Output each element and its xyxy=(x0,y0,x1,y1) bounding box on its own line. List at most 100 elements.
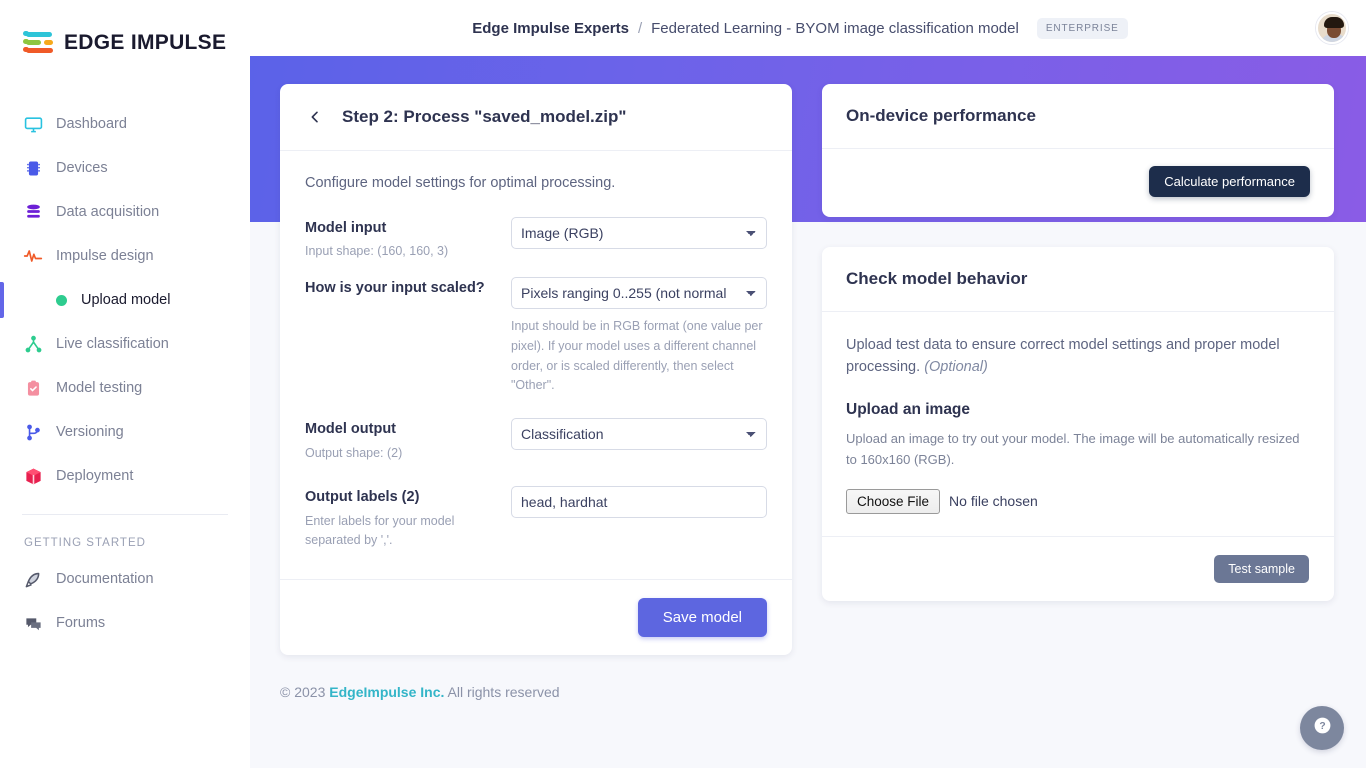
clipboard-check-icon xyxy=(22,377,44,399)
sidebar-label: Live classification xyxy=(56,336,169,352)
brand-name: EDGE IMPULSE xyxy=(64,31,227,54)
input-scaling-select[interactable]: Pixels ranging 0..255 (not normal xyxy=(511,277,767,310)
upload-image-text: Upload an image to try out your model. T… xyxy=(846,430,1300,467)
process-model-card-footer: Save model xyxy=(280,579,792,655)
calculate-performance-button[interactable]: Calculate performance xyxy=(1149,166,1310,197)
field-description: Input should be in RGB format (one value… xyxy=(511,319,763,393)
plan-badge: ENTERPRISE xyxy=(1036,17,1128,39)
green-dot-icon xyxy=(56,294,67,306)
footer-copyright: © 2023 EdgeImpulse Inc. All rights reser… xyxy=(280,684,560,700)
check-model-behavior-card: Check model behavior Upload test data to… xyxy=(822,247,1334,601)
sidebar-item-upload-model[interactable]: Upload model xyxy=(0,278,250,322)
sidebar: EDGE IMPULSE Dashboard Devices Data acqu… xyxy=(0,0,250,768)
performance-card-header: On-device performance xyxy=(822,84,1334,149)
file-upload-row: Choose File No file chosen xyxy=(846,488,1310,514)
content-area: Step 2: Process "saved_model.zip" Config… xyxy=(250,56,1366,656)
question-mark-icon: ? xyxy=(1313,716,1332,740)
upload-image-heading: Upload an image xyxy=(846,400,971,418)
sidebar-item-dashboard[interactable]: Dashboard xyxy=(0,102,250,146)
rocket-icon xyxy=(22,568,44,590)
sidebar-label: Data acquisition xyxy=(56,204,160,220)
performance-card-title: On-device performance xyxy=(846,106,1036,125)
field-hint: Input shape: (160, 160, 3) xyxy=(305,244,449,259)
behavior-card-body: Upload test data to ensure correct model… xyxy=(822,312,1334,536)
network-icon xyxy=(22,333,44,355)
footer-company-link[interactable]: EdgeImpulse Inc. xyxy=(329,684,444,700)
chat-icon xyxy=(22,612,44,634)
sidebar-item-model-testing[interactable]: Model testing xyxy=(0,366,250,410)
no-file-chosen-label: No file chosen xyxy=(949,493,1038,510)
field-hint: Output shape: (2) xyxy=(305,445,403,460)
field-model-output: Model output Output shape: (2) Classific… xyxy=(305,418,767,462)
process-model-card-header: Step 2: Process "saved_model.zip" xyxy=(280,84,792,151)
main-region: Edge Impulse Experts / Federated Learnin… xyxy=(250,0,1366,768)
app-root: EDGE IMPULSE Dashboard Devices Data acqu… xyxy=(0,0,1366,768)
sidebar-label: Documentation xyxy=(56,571,154,587)
sidebar-item-forums[interactable]: Forums xyxy=(0,601,250,645)
performance-card-body: Calculate performance xyxy=(822,149,1334,217)
sidebar-label: Devices xyxy=(56,160,108,176)
behavior-card-title: Check model behavior xyxy=(846,269,1028,288)
sidebar-label: Model testing xyxy=(56,380,143,396)
pulse-icon xyxy=(22,245,44,267)
chevron-left-icon[interactable] xyxy=(304,106,326,128)
sidebar-label: Impulse design xyxy=(56,248,154,264)
page-title: Step 2: Process "saved_model.zip" xyxy=(342,107,627,126)
field-label: How is your input scaled? xyxy=(305,280,485,297)
breadcrumb-separator: / xyxy=(637,19,643,37)
box-icon xyxy=(22,465,44,487)
sidebar-item-live-classification[interactable]: Live classification xyxy=(0,322,250,366)
sidebar-label: Upload model xyxy=(81,292,171,308)
model-input-select[interactable]: Image (RGB) xyxy=(511,217,767,249)
behavior-intro-optional: (Optional) xyxy=(924,359,988,376)
on-device-performance-card: On-device performance Calculate performa… xyxy=(822,84,1334,217)
test-sample-button[interactable]: Test sample xyxy=(1214,554,1309,583)
behavior-intro-text: Upload test data to ensure correct model… xyxy=(846,334,1310,379)
choose-file-button[interactable]: Choose File xyxy=(846,488,941,514)
footer-copyright-prefix: © 2023 xyxy=(280,684,326,700)
sidebar-nav: Dashboard Devices Data acquisition Impul… xyxy=(0,102,250,645)
process-model-form: Configure model settings for optimal pro… xyxy=(280,151,792,579)
top-bar: Edge Impulse Experts / Federated Learnin… xyxy=(250,0,1366,56)
field-label: Output labels (2) xyxy=(305,489,420,506)
behavior-card-footer: Test sample xyxy=(822,535,1334,601)
save-model-button[interactable]: Save model xyxy=(637,598,767,638)
user-avatar[interactable] xyxy=(1315,12,1348,44)
field-model-input: Model input Input shape: (160, 160, 3) I… xyxy=(305,217,767,261)
sidebar-label: Deployment xyxy=(56,468,134,484)
field-label: Model input xyxy=(305,220,387,236)
model-output-select[interactable]: Classification xyxy=(511,418,767,451)
breadcrumb: Edge Impulse Experts / Federated Learnin… xyxy=(438,17,1128,39)
behavior-card-header: Check model behavior xyxy=(822,247,1334,312)
sidebar-item-documentation[interactable]: Documentation xyxy=(0,557,250,601)
breadcrumb-project[interactable]: Federated Learning - BYOM image classifi… xyxy=(651,20,1019,37)
behavior-intro-main: Upload test data to ensure correct model… xyxy=(846,337,1280,376)
field-output-labels: Output labels (2) Enter labels for your … xyxy=(305,486,767,549)
breadcrumb-org[interactable]: Edge Impulse Experts xyxy=(472,20,629,37)
chip-icon xyxy=(22,157,44,179)
sidebar-item-deployment[interactable]: Deployment xyxy=(0,454,250,498)
process-model-card: Step 2: Process "saved_model.zip" Config… xyxy=(280,84,792,656)
edge-impulse-logo-icon xyxy=(22,30,56,56)
field-hint: Enter labels for your model separated by… xyxy=(305,513,455,547)
sidebar-item-impulse-design[interactable]: Impulse design xyxy=(0,234,250,278)
help-button[interactable]: ? xyxy=(1300,706,1344,750)
field-label: Model output xyxy=(305,421,397,438)
sidebar-item-devices[interactable]: Devices xyxy=(0,146,250,190)
sidebar-label: Dashboard xyxy=(56,116,127,132)
brand-logo[interactable]: EDGE IMPULSE xyxy=(0,0,250,86)
monitor-icon xyxy=(22,113,44,135)
sidebar-item-data-acquisition[interactable]: Data acquisition xyxy=(0,190,250,234)
output-labels-input[interactable] xyxy=(511,486,767,519)
git-branch-icon xyxy=(22,421,44,443)
database-icon xyxy=(22,201,44,223)
sidebar-label: Versioning xyxy=(56,424,124,440)
sidebar-label: Forums xyxy=(56,615,106,631)
form-intro-text: Configure model settings for optimal pro… xyxy=(305,175,616,191)
sidebar-section-getting-started: GETTING STARTED xyxy=(24,537,146,549)
field-input-scaling: How is your input scaled? Pixels ranging… xyxy=(305,277,767,396)
footer-rights: All rights reserved xyxy=(447,684,560,700)
sidebar-item-versioning[interactable]: Versioning xyxy=(0,410,250,454)
right-column: On-device performance Calculate performa… xyxy=(822,84,1334,601)
page-footer: © 2023 EdgeImpulse Inc. All rights reser… xyxy=(250,668,1366,768)
